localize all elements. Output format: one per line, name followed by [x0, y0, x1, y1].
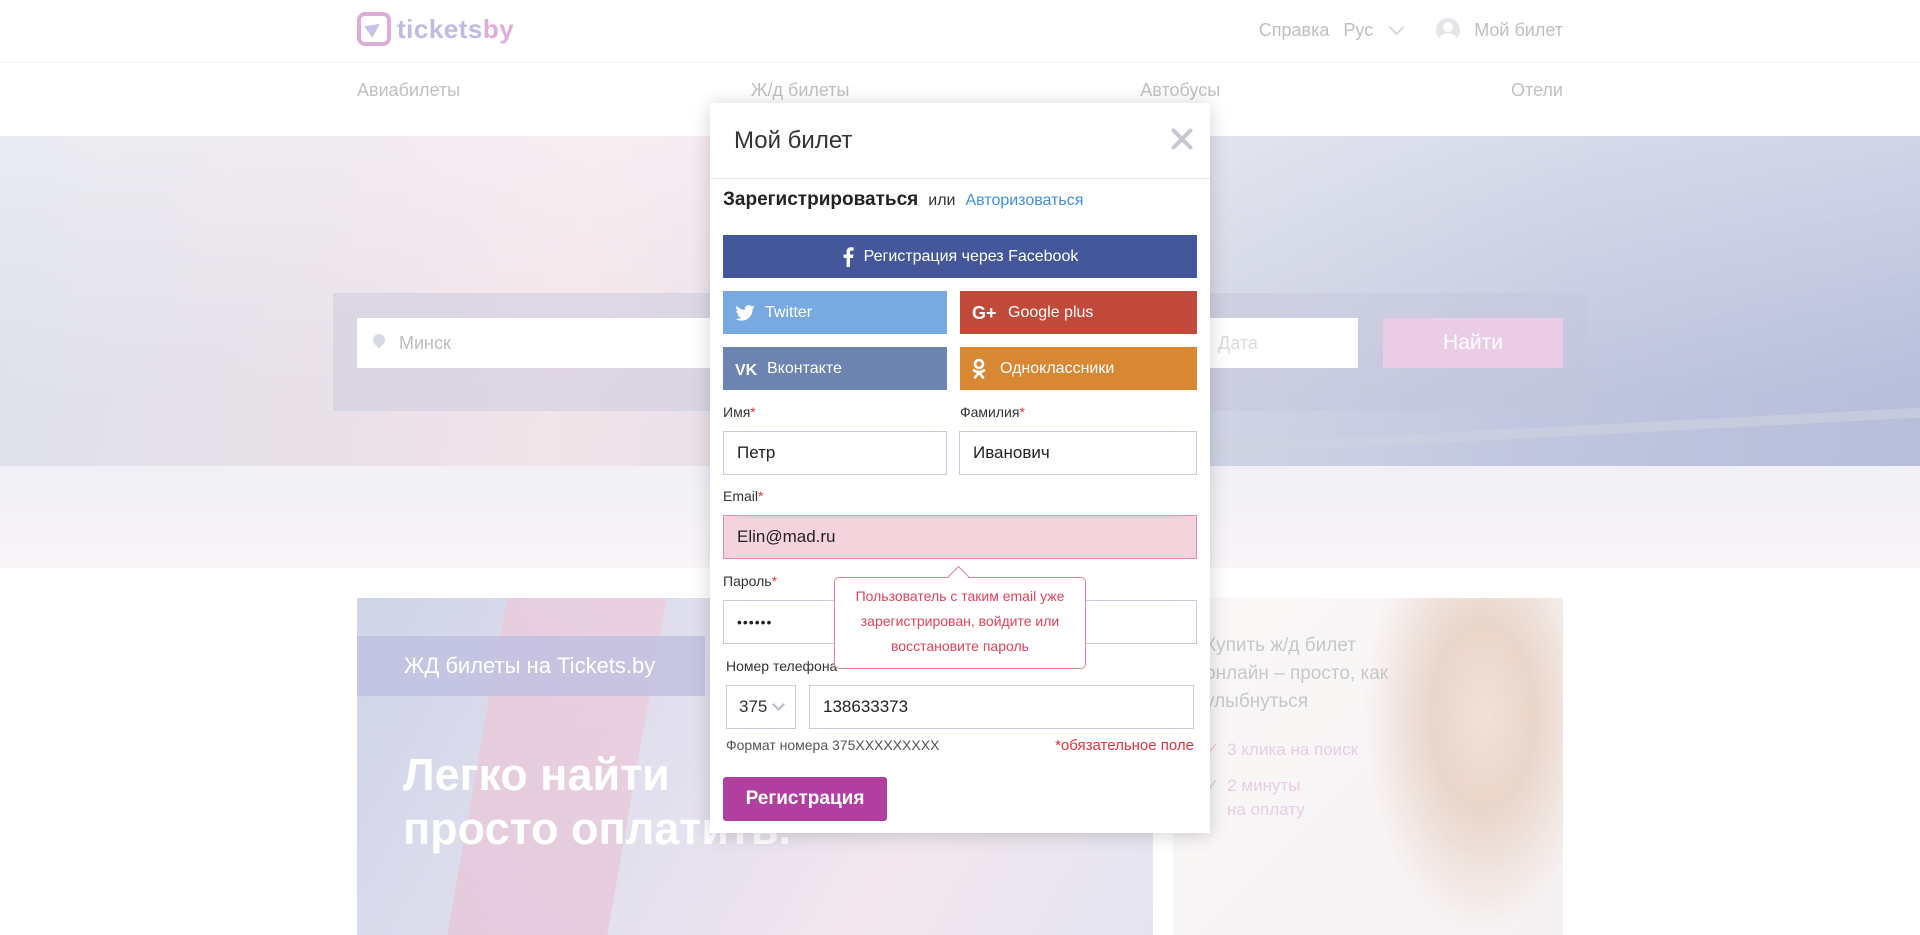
twitter-icon: [735, 304, 755, 321]
auth-switch: Зарегистрироваться или Авторизоваться: [723, 189, 1083, 211]
last-name-field[interactable]: Иванович: [959, 431, 1197, 475]
modal-header: Мой билет: [710, 103, 1210, 179]
password-label: Пароль*: [723, 573, 778, 589]
phone-field[interactable]: 138633373: [809, 685, 1194, 729]
first-name-field[interactable]: Петр: [723, 431, 947, 475]
phone-label: Номер телефона: [726, 658, 838, 674]
close-icon[interactable]: [1168, 125, 1196, 153]
required-note: *обязательное поле: [1055, 737, 1194, 754]
phone-format-hint: Формат номера 375XXXXXXXXX: [726, 737, 940, 753]
registration-modal: Мой билет Зарегистрироваться или Авториз…: [710, 103, 1210, 833]
svg-text:G+: G+: [972, 304, 997, 322]
modal-title: Мой билет: [734, 127, 853, 154]
email-field[interactable]: Elin@mad.ru: [723, 515, 1197, 559]
ok-register-button[interactable]: Одноклассники: [960, 347, 1197, 390]
svg-text:VK: VK: [735, 362, 758, 377]
google-register-button[interactable]: G+ Google plus: [960, 291, 1197, 334]
or-label: или: [928, 192, 956, 209]
facebook-register-button[interactable]: Регистрация через Facebook: [723, 235, 1197, 278]
twitter-register-button[interactable]: Twitter: [723, 291, 947, 334]
facebook-icon: [843, 246, 854, 267]
vk-register-button[interactable]: VK Вконтакте: [723, 347, 947, 390]
chevron-down-icon: [772, 698, 785, 711]
login-link[interactable]: Авторизоваться: [965, 192, 1083, 210]
first-name-label: Имя*: [723, 404, 756, 420]
last-name-label: Фамилия*: [960, 404, 1025, 420]
register-tab[interactable]: Зарегистрироваться: [723, 189, 918, 211]
country-code-select[interactable]: 375: [726, 685, 796, 729]
odnoklassniki-icon: [972, 358, 986, 379]
google-plus-icon: G+: [972, 304, 997, 322]
register-button[interactable]: Регистрация: [723, 777, 887, 821]
email-error-tooltip: Пользователь с таким email уже зарегистр…: [834, 577, 1086, 669]
email-label: Email*: [723, 488, 764, 504]
vk-icon: VK: [735, 362, 758, 377]
